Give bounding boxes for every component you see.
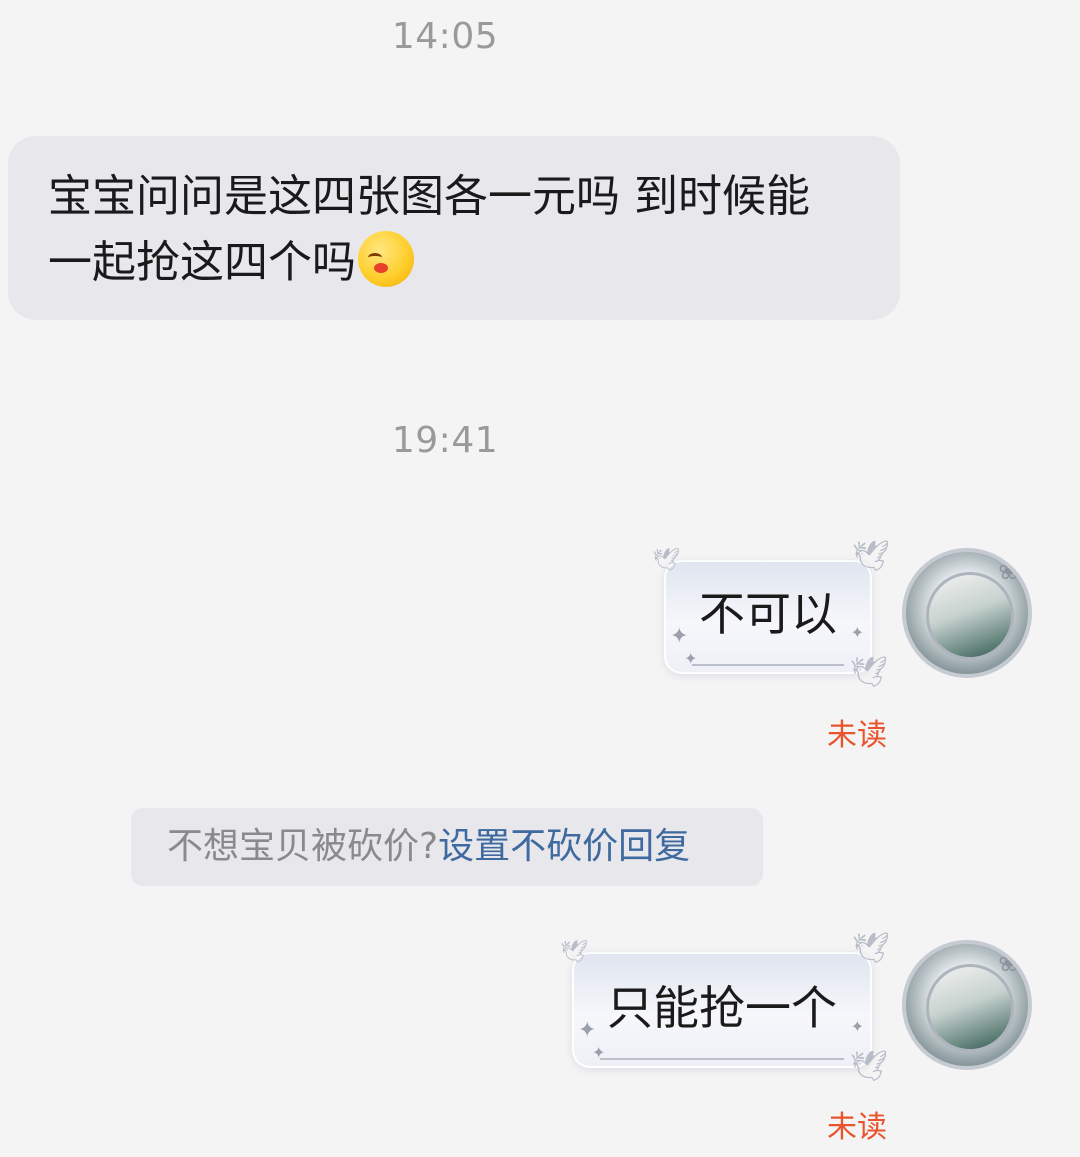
message-text: 只能抢一个 <box>607 981 837 1035</box>
outgoing-message-bubble[interactable]: 🕊 🕊 🕊 ✦ ✦ ✦ 只能抢一个 <box>560 934 890 1082</box>
bubble-frame <box>692 660 844 666</box>
message-text: 不可以 <box>699 587 837 641</box>
sparkle-icon: ✦ <box>850 623 864 642</box>
bird-decoration-icon: 🕊 <box>851 931 890 966</box>
outgoing-message-bubble[interactable]: 🕊 🕊 🕊 ✦ ✦ ✦ 不可以 <box>652 542 890 688</box>
sparkle-icon: ✦ <box>684 649 698 668</box>
sparkle-icon: ✦ <box>578 1018 597 1043</box>
unread-status: 未读 <box>827 1110 887 1145</box>
bubble-frame <box>600 1054 844 1060</box>
incoming-message-bubble[interactable]: 宝宝问问是这四张图各一元吗 到时候能 一起抢这四个吗 <box>8 136 900 320</box>
rose-icon: ❀ <box>998 948 1020 978</box>
bird-decoration-icon: 🕊 <box>560 940 588 965</box>
drooling-face-emoji-icon <box>358 231 414 287</box>
timestamp: 19:41 <box>391 420 499 461</box>
message-text: 宝宝问问是这四张图各一元吗 到时候能 <box>48 171 810 222</box>
bird-decoration-icon: 🕊 <box>652 548 680 573</box>
set-no-bargain-reply-link[interactable]: 设置不砍价回复 <box>438 826 690 867</box>
avatar[interactable]: ❀ <box>902 940 1032 1070</box>
sparkle-icon: ✦ <box>850 1017 864 1036</box>
no-bargain-notice: 不想宝贝被砍价?设置不砍价回复 <box>131 808 763 886</box>
timestamp: 14:05 <box>391 16 499 57</box>
avatar[interactable]: ❀ <box>902 548 1032 678</box>
rose-icon: ❀ <box>998 556 1020 586</box>
unread-status: 未读 <box>827 718 887 753</box>
sparkle-icon: ✦ <box>592 1043 606 1062</box>
notice-text: 不想宝贝被砍价? <box>167 826 439 867</box>
bird-decoration-icon: 🕊 <box>851 539 890 574</box>
bird-decoration-icon: 🕊 <box>849 1049 888 1084</box>
sparkle-icon: ✦ <box>670 624 689 649</box>
message-text: 一起抢这四个吗 <box>48 237 356 288</box>
bird-decoration-icon: 🕊 <box>849 655 888 690</box>
